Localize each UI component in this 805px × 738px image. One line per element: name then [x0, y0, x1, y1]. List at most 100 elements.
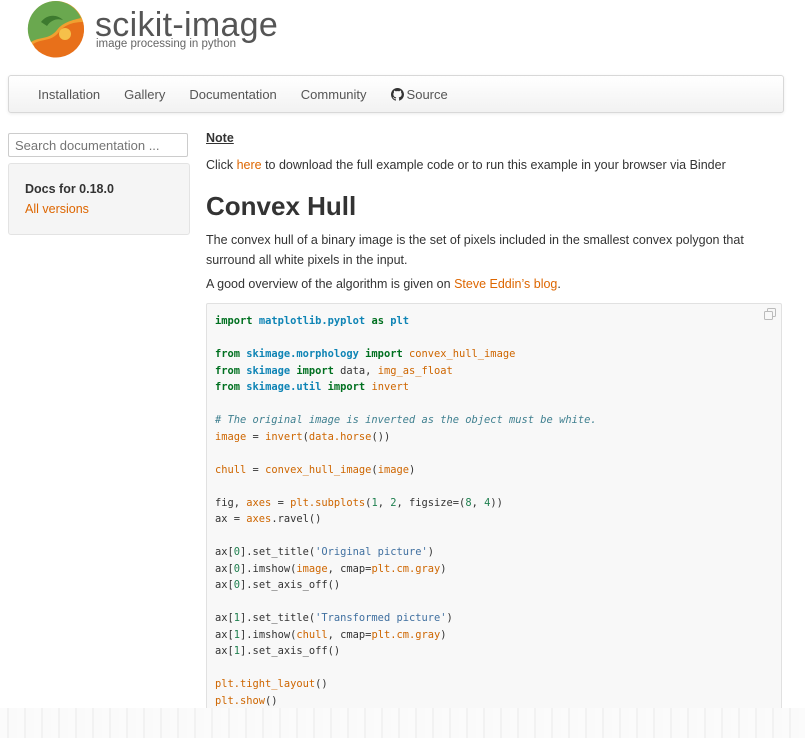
code-token: =: [271, 496, 291, 509]
code-token: invert: [371, 381, 409, 393]
code-token: ax[: [215, 645, 234, 657]
code-line: image = invert(data.horse()): [215, 429, 597, 446]
docs-version-panel: Docs for 0.18.0 All versions: [8, 163, 190, 235]
code-token: import: [215, 315, 253, 327]
code-token: plt.tight_layout: [215, 678, 316, 690]
code-line: ax[1].imshow(chull, cmap=plt.cm.gray): [215, 627, 597, 644]
code-line: chull = convex_hull_image(image): [215, 462, 597, 479]
code-token: # The original image is inverted as the …: [215, 414, 597, 426]
code-line: from skimage.morphology import convex_hu…: [215, 346, 597, 363]
nav-source-label: Source: [406, 86, 448, 102]
code-token: convex_hull_image: [408, 348, 516, 360]
code-token: skimage: [246, 364, 291, 377]
code-line: ax[1].set_title('Transformed picture'): [215, 610, 597, 627]
note-text: Click here to download the full example …: [206, 158, 726, 172]
overview-prefix: A good overview of the algorithm is give…: [206, 277, 455, 291]
code-token: fig,: [215, 496, 247, 509]
code-token: plt.subplots: [290, 496, 366, 509]
code-token: plt.cm.gray: [371, 628, 441, 641]
code-token: from: [215, 364, 241, 377]
top-navbar: Installation Gallery Documentation Commu…: [8, 75, 784, 113]
overview-suffix: .: [557, 277, 561, 291]
search-documentation-input[interactable]: [8, 133, 188, 157]
code-token: ()): [371, 430, 391, 443]
code-line: import matplotlib.pyplot as plt: [215, 313, 597, 330]
scikit-image-logo[interactable]: [27, 0, 85, 58]
code-line: ax[1].set_axis_off(): [215, 643, 597, 660]
code-line: # The original image is inverted as the …: [215, 412, 597, 429]
nav-installation[interactable]: Installation: [38, 87, 100, 102]
code-token: =: [246, 430, 266, 443]
download-here-link[interactable]: here: [237, 158, 262, 172]
code-token: ): [440, 628, 447, 641]
code-token: skimage.util: [246, 381, 322, 393]
all-versions-link[interactable]: All versions: [25, 202, 89, 216]
code-token: )): [490, 496, 503, 509]
code-token: import: [365, 348, 403, 360]
code-token: image: [377, 463, 409, 476]
code-token: chull: [296, 628, 328, 641]
code-line: from skimage import data, img_as_float: [215, 363, 597, 380]
code-token: convex_hull_image: [265, 463, 372, 476]
code-token: img_as_float: [377, 364, 453, 377]
code-token: plt.show: [215, 694, 266, 707]
code-token: 'Original picture': [315, 546, 428, 558]
nav-source[interactable]: Source: [390, 86, 448, 102]
code-line: from skimage.util import invert: [215, 379, 597, 396]
code-token: ): [408, 463, 416, 476]
nav-documentation[interactable]: Documentation: [189, 87, 276, 102]
copy-icon[interactable]: [764, 308, 776, 320]
code-line: plt.show(): [215, 693, 597, 710]
code-token: image: [215, 430, 247, 443]
code-token: ax[: [215, 562, 234, 575]
code-token: ].imshow(: [240, 628, 297, 641]
code-token: image: [296, 562, 328, 575]
code-token: (): [315, 678, 328, 690]
code-content: import matplotlib.pyplot as plt from skim…: [215, 313, 597, 709]
note-suffix: to download the full example code or to …: [261, 158, 726, 172]
note-title: Note: [206, 131, 234, 145]
page-footer-fade: [0, 708, 805, 738]
code-line: ax[0].set_axis_off(): [215, 577, 597, 594]
code-token: matplotlib.pyplot: [258, 315, 366, 327]
steve-eddins-blog-link[interactable]: Steve Eddin’s blog: [454, 277, 557, 291]
page-title: Convex Hull: [206, 191, 357, 221]
code-token: ].set_axis_off(): [240, 579, 341, 591]
code-token: ].imshow(: [240, 562, 297, 575]
code-token: ,: [471, 496, 485, 509]
code-token: data,: [333, 364, 378, 377]
code-token: ax[: [215, 612, 234, 624]
code-token: ,: [377, 496, 391, 509]
code-token: ].set_title(: [240, 612, 316, 624]
code-token: , cmap=: [327, 628, 372, 641]
code-token: (): [265, 694, 278, 707]
code-token: from: [215, 381, 241, 393]
code-token: import: [296, 364, 334, 377]
github-icon: [390, 87, 404, 101]
code-line: ax = axes.ravel(): [215, 511, 597, 528]
code-token: from: [215, 348, 241, 360]
code-token: ax[: [215, 546, 234, 558]
code-token: ax[: [215, 579, 234, 591]
code-token: chull: [215, 463, 247, 476]
code-token: .ravel(): [271, 513, 322, 525]
code-block[interactable]: import matplotlib.pyplot as plt from skim…: [206, 303, 782, 715]
code-line: ax[0].set_title('Original picture'): [215, 544, 597, 561]
code-token: ax =: [215, 513, 247, 525]
code-token: ): [446, 612, 453, 624]
note-prefix: Click: [206, 158, 237, 172]
nav-gallery[interactable]: Gallery: [124, 87, 165, 102]
code-token: 'Transformed picture': [315, 612, 447, 624]
code-token: =: [246, 463, 266, 476]
nav-community[interactable]: Community: [301, 87, 367, 102]
code-token: ): [440, 562, 447, 575]
code-token: data.horse: [308, 430, 372, 443]
code-token: plt.cm.gray: [371, 562, 441, 575]
docs-version-label: Docs for 0.18.0: [25, 182, 114, 196]
